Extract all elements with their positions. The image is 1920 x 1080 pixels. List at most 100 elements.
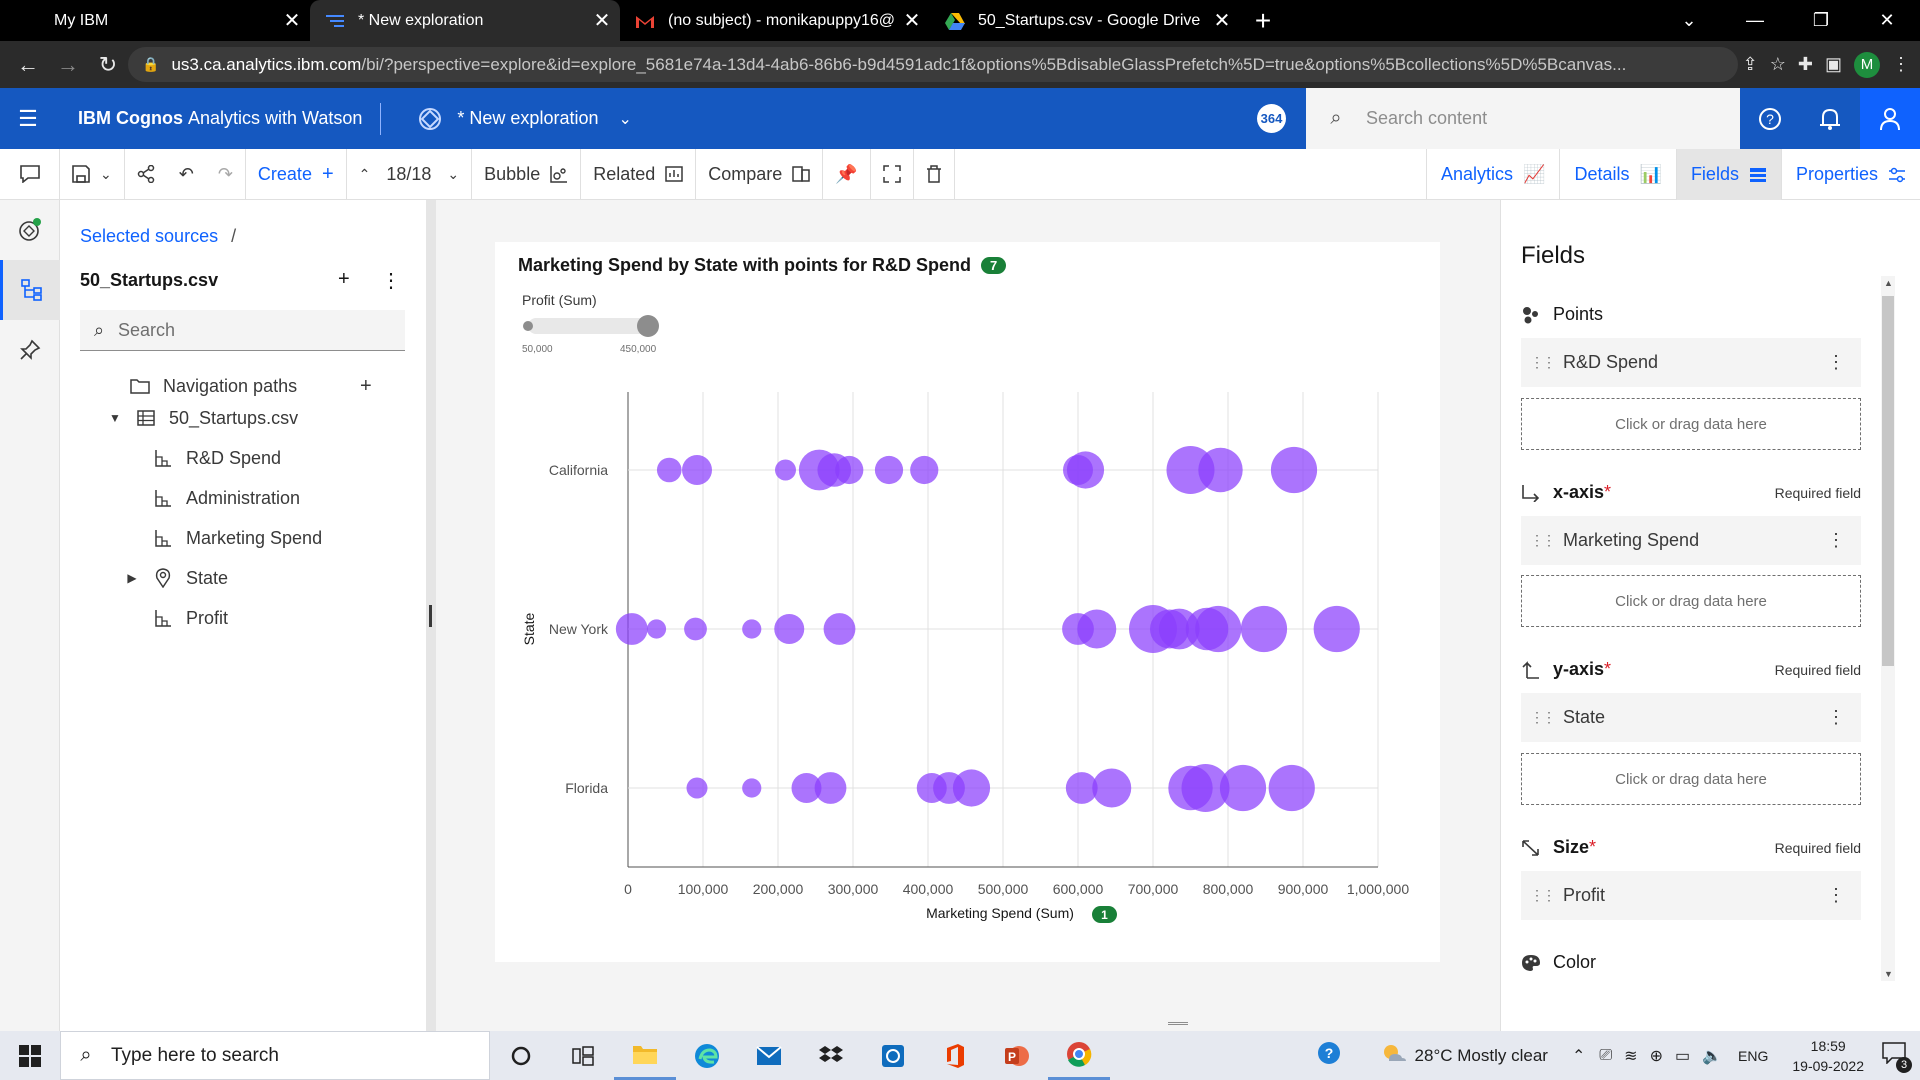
tab-analytics[interactable]: Analytics 📈 <box>1426 149 1559 200</box>
notification-count-badge[interactable]: 364 <box>1257 104 1286 133</box>
bubble-point[interactable] <box>774 614 805 644</box>
bubble-point[interactable] <box>1195 605 1242 653</box>
weather-text[interactable]: 28°C Mostly clear <box>1415 1046 1548 1066</box>
bubble-point[interactable] <box>775 459 796 481</box>
field-slot-state[interactable]: ⋮⋮ State ⋮ <box>1521 693 1861 742</box>
bell-icon[interactable] <box>1800 88 1860 149</box>
splitter-handle[interactable] <box>429 605 432 627</box>
tree-item-profit[interactable]: Profit <box>60 602 426 634</box>
drag-handle-icon[interactable]: ⋮⋮ <box>1521 532 1563 549</box>
related-button[interactable]: Related <box>581 148 697 200</box>
bubble-point[interactable] <box>814 772 847 804</box>
bubble-point[interactable] <box>1077 609 1117 649</box>
powerpoint-icon[interactable]: P <box>986 1031 1048 1080</box>
breadcrumb-selected-sources[interactable]: Selected sources <box>80 226 218 246</box>
url-field[interactable]: 🔒 us3.ca.analytics.ibm.com /bi/?perspect… <box>128 47 1738 82</box>
tree-item-administration[interactable]: Administration <box>60 482 426 514</box>
reload-icon[interactable]: ↻ <box>88 52 128 78</box>
bubble-point[interactable] <box>1066 451 1105 489</box>
delete-button[interactable] <box>914 148 955 200</box>
menu-kebab-icon[interactable]: ⋮ <box>1892 54 1910 75</box>
edge-icon[interactable] <box>676 1031 738 1080</box>
caret-right-icon[interactable]: ▶ <box>122 571 142 585</box>
device-icon[interactable]: ⎚ <box>1599 1047 1612 1065</box>
drag-handle-icon[interactable]: ⋮⋮ <box>1521 354 1563 371</box>
compare-button[interactable]: Compare <box>696 148 824 200</box>
comment-button[interactable] <box>0 148 60 200</box>
scroll-up-icon[interactable]: ▲ <box>1884 278 1893 288</box>
field-slot-marketing-spend[interactable]: ⋮⋮ Marketing Spend ⋮ <box>1521 516 1861 565</box>
bubble-point[interactable] <box>646 619 667 639</box>
scroll-thumb[interactable] <box>1882 296 1894 666</box>
drag-handle-icon[interactable]: ⋮⋮ <box>1521 709 1563 726</box>
chevron-down-icon[interactable]: ⌄ <box>447 166 459 183</box>
help-tray-icon[interactable]: ? <box>1317 1041 1341 1070</box>
card-navigator[interactable]: ⌃ 18/18 ⌄ <box>347 148 473 200</box>
cortana-icon[interactable] <box>490 1031 552 1080</box>
redo-button[interactable]: ↷ <box>206 148 246 200</box>
dropbox-icon[interactable] <box>800 1031 862 1080</box>
create-button[interactable]: Create + <box>246 148 347 200</box>
bubble-point[interactable] <box>682 455 712 485</box>
wifi-icon[interactable]: ≋ <box>1624 1046 1637 1066</box>
more-options-icon[interactable]: ⋮ <box>381 268 401 293</box>
user-avatar-icon[interactable] <box>1860 88 1920 149</box>
rail-assistant[interactable] <box>0 200 60 260</box>
task-view-icon[interactable] <box>552 1031 614 1080</box>
chevron-up-icon[interactable]: ⌃ <box>1572 1046 1585 1066</box>
visualization-type-button[interactable]: Bubble <box>472 148 582 200</box>
bubble-point[interactable] <box>1270 446 1318 494</box>
share-button[interactable] <box>125 149 167 200</box>
volume-icon[interactable]: 🔈 <box>1702 1046 1722 1066</box>
fields-scrollbar[interactable]: ▲ ▼ <box>1881 276 1895 981</box>
save-button[interactable]: ⌄ <box>60 148 125 200</box>
bubble-point[interactable] <box>1268 764 1315 812</box>
forward-icon[interactable]: → <box>48 52 88 78</box>
content-search[interactable]: ⌕ Search content <box>1306 88 1740 149</box>
share-icon[interactable]: ⇪ <box>1743 54 1758 75</box>
weather-icon[interactable] <box>1381 1042 1407 1069</box>
hamburger-menu-icon[interactable]: ☰ <box>0 106 56 132</box>
bubble-point[interactable] <box>952 769 991 807</box>
bubble-point[interactable] <box>1313 605 1360 653</box>
minimize-icon[interactable]: — <box>1722 0 1788 41</box>
browser-tab-drive[interactable]: 50_Startups.csv - Google Drive ✕ <box>930 0 1240 41</box>
add-source-button[interactable]: + <box>338 268 350 291</box>
restore-icon[interactable]: ❐ <box>1788 0 1854 41</box>
close-icon[interactable]: ✕ <box>274 8 310 33</box>
bubble-point[interactable] <box>823 613 856 645</box>
network-icon[interactable]: ⊕ <box>1650 1046 1663 1066</box>
battery-icon[interactable]: ▭ <box>1675 1046 1690 1066</box>
canvas-bottom-handle[interactable] <box>1168 1022 1188 1025</box>
tree-item-table[interactable]: ▼ 50_Startups.csv <box>60 402 426 434</box>
rail-pins[interactable] <box>0 320 60 380</box>
chevron-up-icon[interactable]: ⌃ <box>359 166 371 183</box>
bubble-point[interactable] <box>742 778 762 798</box>
tree-item-marketing-spend[interactable]: Marketing Spend <box>60 522 426 554</box>
close-icon[interactable]: ✕ <box>1204 8 1240 33</box>
overflow-menu-icon[interactable]: ⋮ <box>1811 352 1861 373</box>
undo-button[interactable]: ↶ <box>167 149 206 200</box>
profile-avatar[interactable]: M <box>1854 51 1880 78</box>
field-slot-profit[interactable]: ⋮⋮ Profit ⋮ <box>1521 871 1861 920</box>
close-window-icon[interactable]: ✕ <box>1854 0 1920 41</box>
bubble-point[interactable] <box>910 455 939 485</box>
panel-splitter[interactable] <box>426 200 436 1031</box>
field-slot-rd-spend[interactable]: ⋮⋮ R&D Spend ⋮ <box>1521 338 1861 387</box>
back-icon[interactable]: ← <box>8 52 48 78</box>
extensions-icon[interactable]: ✚ <box>1798 54 1813 75</box>
drag-handle-icon[interactable]: ⋮⋮ <box>1521 887 1563 904</box>
bookmark-star-icon[interactable]: ☆ <box>1770 54 1786 75</box>
browser-tab-myibm[interactable]: My IBM ✕ <box>0 0 310 41</box>
windows-start-icon[interactable] <box>0 1031 60 1080</box>
mail-icon[interactable] <box>738 1031 800 1080</box>
tree-item-rd-spend[interactable]: R&D Spend <box>60 442 426 474</box>
bubble-point[interactable] <box>1092 768 1132 808</box>
office-icon[interactable] <box>924 1031 986 1080</box>
caret-down-icon[interactable]: ▼ <box>105 411 125 425</box>
overflow-menu-icon[interactable]: ⋮ <box>1811 707 1861 728</box>
exploration-switcher[interactable]: * New exploration ⌄ <box>417 106 632 132</box>
close-icon[interactable]: ✕ <box>584 8 620 33</box>
bubble-point[interactable] <box>615 613 648 645</box>
language-indicator[interactable]: ENG <box>1738 1048 1768 1064</box>
